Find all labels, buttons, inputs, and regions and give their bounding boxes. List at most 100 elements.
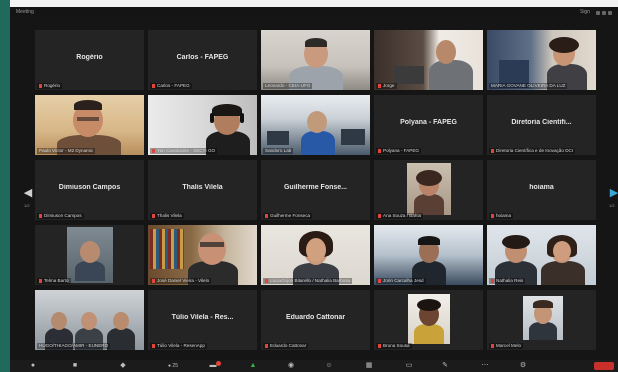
top-edge xyxy=(10,0,618,7)
participant-caption: Leonardo - CEIA-UFG xyxy=(263,83,313,89)
more-icon[interactable]: ⋯ xyxy=(480,362,490,370)
participant-video xyxy=(35,95,144,155)
security-icon[interactable]: ◆ xyxy=(118,362,128,370)
participant-tile[interactable]: MARIA GOVANE OLIVEIRA DA LUZ xyxy=(487,30,596,90)
participant-caption: Eduardo Cattonar xyxy=(263,343,309,349)
mic-muted-icon xyxy=(152,148,155,153)
mic-muted-icon xyxy=(378,148,381,153)
mic-muted-icon xyxy=(265,213,268,218)
title-bar: Meeting Sign xyxy=(10,7,618,17)
participant-tile[interactable]: José Daniel Vieira - Vilelo xyxy=(148,225,257,285)
sign-in-link[interactable]: Sign xyxy=(580,7,590,17)
participant-tile[interactable]: Eduardo Cattonar Eduardo Cattonar xyxy=(261,290,370,350)
window-controls[interactable] xyxy=(594,9,614,15)
participant-video xyxy=(374,290,483,350)
participant-tile[interactable]: Jorge xyxy=(374,30,483,90)
mic-muted-icon xyxy=(39,278,42,283)
participant-caption: Ana Souza / Bahia xyxy=(376,213,424,219)
participant-tile[interactable]: Jorin Carcalha Jesd xyxy=(374,225,483,285)
participant-tile[interactable]: Leonardo - CEIA-UFG xyxy=(261,30,370,90)
participants-icon: ● xyxy=(168,363,172,369)
page-indicator-right: 1/2 xyxy=(609,203,615,208)
participants-button[interactable]: ● 25 xyxy=(160,362,186,370)
participant-video xyxy=(374,30,483,90)
participant-tile[interactable]: Bruna Sousa xyxy=(374,290,483,350)
participant-tile[interactable]: Guilherme Fonse... Guilherme Fonseca xyxy=(261,160,370,220)
participant-tile[interactable]: Sandoro Lab xyxy=(261,95,370,155)
mic-muted-icon xyxy=(378,83,381,88)
participants-count: 25 xyxy=(172,363,178,369)
participant-name: hoiama xyxy=(529,184,554,191)
chat-notification-badge xyxy=(216,361,221,366)
participant-name: Carlos - FAPEG xyxy=(176,54,229,61)
participant-caption: Yan Cavalcante - SECTI GO xyxy=(150,148,218,154)
participant-grid: Rogério Rogério Carlos - FAPEG Carlos - … xyxy=(35,30,598,352)
participant-tile[interactable]: Dimiuson Campos Dimiuson Campos xyxy=(35,160,144,220)
participant-tile[interactable]: Rogério Rogério xyxy=(35,30,144,90)
participant-tile[interactable]: Marcel Melo xyxy=(487,290,596,350)
participant-video xyxy=(374,160,483,220)
camera-icon[interactable]: ■ xyxy=(70,362,80,370)
participant-video xyxy=(487,30,596,90)
participant-tile[interactable]: Nathalia Reis xyxy=(487,225,596,285)
mic-muted-icon xyxy=(378,213,381,218)
participant-caption: Jorin Carcalha Jesd xyxy=(376,278,426,284)
record-icon[interactable]: ◉ xyxy=(286,362,296,370)
participant-name: Túlio Vilela - Res... xyxy=(171,314,234,321)
participant-video xyxy=(148,95,257,155)
participant-video xyxy=(261,225,370,285)
participant-tile[interactable]: Yan Cavalcante - SECTI GO xyxy=(148,95,257,155)
participant-tile[interactable]: Polyana - FAPEG Polyana - FAPEG xyxy=(374,95,483,155)
mic-muted-icon xyxy=(265,343,268,348)
participant-tile-active-speaker[interactable]: Paulo Victor - M2 Dynamic xyxy=(35,95,144,155)
participant-tile[interactable]: Ana Souza / Bahia xyxy=(374,160,483,220)
participant-caption: Dimiuson Campos xyxy=(37,213,84,219)
participant-tile[interactable]: hoiama hoiama xyxy=(487,160,596,220)
participant-caption: Thalis Vilela xyxy=(150,213,184,219)
participant-caption: MARIA GOVANE OLIVEIRA DA LUZ xyxy=(489,83,568,89)
participant-name: Polyana - FAPEG xyxy=(400,119,457,126)
participant-caption: Túlio Vilela - ResenApp xyxy=(150,343,207,349)
participant-caption: LúciaGrijon Bitarello / Nathalia Barbosa xyxy=(263,278,353,284)
participant-video xyxy=(487,290,596,350)
participant-tile[interactable]: Túlio Vilela - Res... Túlio Vilela - Res… xyxy=(148,290,257,350)
participant-video xyxy=(148,225,257,285)
participant-video xyxy=(35,290,144,350)
settings-icon[interactable]: ⚙ xyxy=(518,362,528,370)
mic-muted-icon xyxy=(491,343,494,348)
participant-name: Eduardo Cattonar xyxy=(285,314,346,321)
mic-muted-icon xyxy=(378,343,381,348)
mic-muted-icon xyxy=(39,83,42,88)
mic-muted-icon xyxy=(152,213,155,218)
apps-icon[interactable]: ▦ xyxy=(364,362,374,370)
participant-name: Dimiuson Campos xyxy=(58,184,121,191)
microphone-icon[interactable]: ● xyxy=(28,362,38,370)
mic-muted-icon xyxy=(39,213,42,218)
next-page-arrow-icon[interactable]: ▶ xyxy=(609,185,618,201)
participant-caption: Rogério xyxy=(37,83,63,89)
notes-icon[interactable]: ✎ xyxy=(440,362,450,370)
prev-page-arrow-icon[interactable]: ◀ xyxy=(23,185,33,201)
screenshot-frame: Meeting Sign ◀ 1/2 ▶ 1/2 Rogério Rogério… xyxy=(0,0,618,372)
participant-video xyxy=(35,225,144,285)
participant-tile[interactable]: LúciaGrijon Bitarello / Nathalia Barbosa xyxy=(261,225,370,285)
mic-muted-icon xyxy=(378,278,381,283)
meeting-window: Meeting Sign ◀ 1/2 ▶ 1/2 Rogério Rogério… xyxy=(10,7,618,360)
page-indicator-left: 1/2 xyxy=(24,203,30,208)
participant-caption: Sandoro Lab xyxy=(263,148,294,154)
mic-muted-icon xyxy=(152,83,155,88)
share-screen-icon[interactable]: ▲ xyxy=(248,362,258,370)
participant-tile[interactable]: Carlos - FAPEG Carlos - FAPEG xyxy=(148,30,257,90)
participant-caption: José Daniel Vieira - Vilelo xyxy=(150,278,212,284)
mic-muted-icon xyxy=(491,148,494,153)
participant-tile[interactable]: Diretoria Cientifi... Diretoria Científi… xyxy=(487,95,596,155)
participant-tile[interactable]: HUGO/THIAGO/AMIR - EUNERO xyxy=(35,290,144,350)
participant-caption: hoiama xyxy=(489,213,514,219)
whiteboards-icon[interactable]: ▭ xyxy=(404,362,414,370)
mic-muted-icon xyxy=(152,278,155,283)
end-meeting-button[interactable] xyxy=(594,362,614,370)
participant-tile[interactable]: Telma Barto xyxy=(35,225,144,285)
participant-tile[interactable]: Thalis Vilela Thalis Vilela xyxy=(148,160,257,220)
meeting-toolbar: ● ■ ◆ ● 25 ▬ ▲ ◉ ☺ ▦ ▭ ✎ ⋯ ⚙ xyxy=(10,360,618,372)
reactions-icon[interactable]: ☺ xyxy=(324,362,334,370)
